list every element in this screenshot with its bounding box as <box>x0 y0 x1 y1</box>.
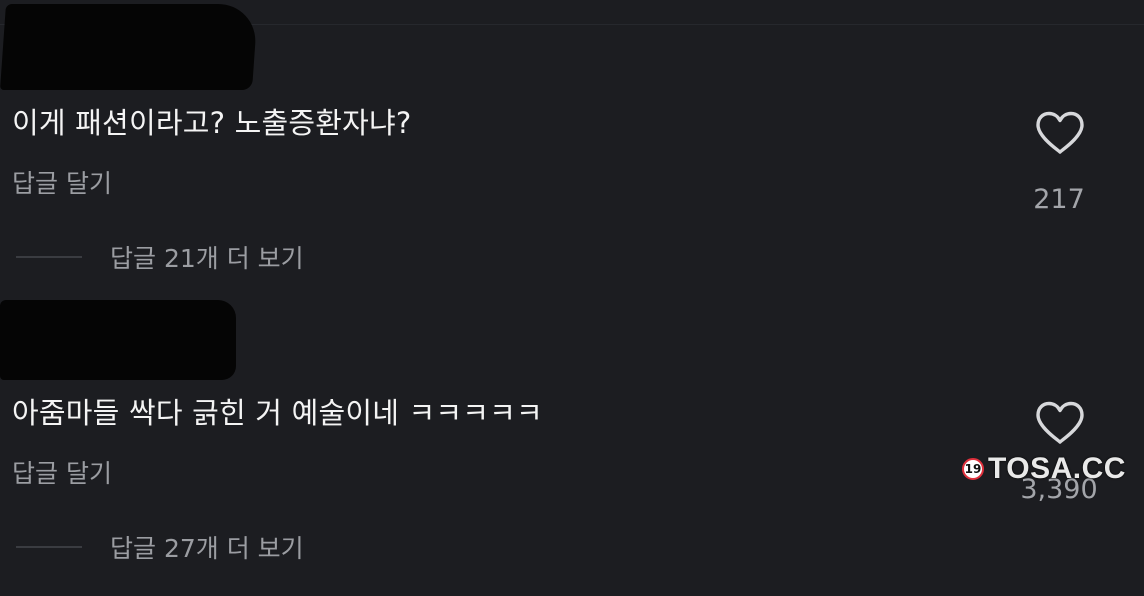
comment-text: 아줌마들 싹다 긁힌 거 예술이네 ㅋㅋㅋㅋㅋ <box>12 396 543 430</box>
replies-divider-line <box>16 256 82 258</box>
reply-button[interactable]: 답글 달기 <box>12 164 112 200</box>
redacted-username <box>0 300 236 380</box>
view-replies-button[interactable]: 답글 27개 더 보기 <box>16 532 304 563</box>
heart-outline-icon[interactable] <box>1034 110 1086 156</box>
watermark-text: TOSA.CC <box>988 452 1126 485</box>
view-replies-label: 답글 21개 더 보기 <box>110 244 304 273</box>
like-count: 217 <box>1033 184 1085 215</box>
redacted-username <box>0 4 259 90</box>
replies-divider-line <box>16 546 82 548</box>
view-replies-button[interactable]: 답글 21개 더 보기 <box>16 242 304 273</box>
site-watermark: 19 TOSA.CC <box>962 452 1126 486</box>
age-rating-badge: 19 <box>962 458 984 480</box>
view-replies-label: 답글 27개 더 보기 <box>110 534 304 563</box>
reply-button[interactable]: 답글 달기 <box>12 454 112 490</box>
comment-text: 이게 패션이라고? 노출증환자냐? <box>12 106 412 140</box>
heart-outline-icon[interactable] <box>1034 400 1086 446</box>
